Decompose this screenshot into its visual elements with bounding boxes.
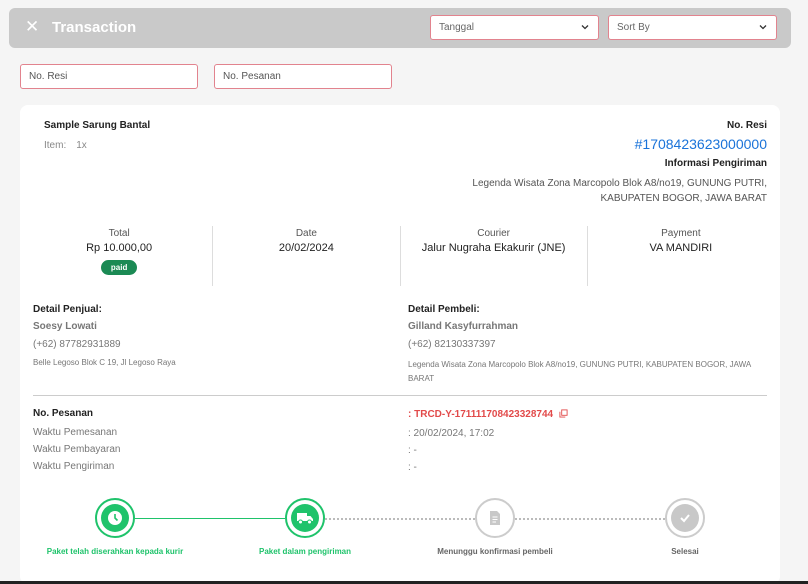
transaction-card: Sample Sarung Bantal Item: 1x No. Resi #1… [20, 105, 780, 584]
product-qty: Item: 1x [44, 140, 87, 151]
step-2-label: Paket dalam pengiriman [258, 547, 352, 556]
payment-time-label: Waktu Pembayaran [33, 444, 121, 455]
total-label: Total [108, 228, 130, 239]
step-2 [285, 498, 325, 538]
progress-line-pending [325, 518, 475, 520]
payment-label: Payment [661, 228, 701, 239]
order-number-label: No. Pesanan [33, 408, 94, 419]
resi-label: No. Resi [726, 120, 767, 131]
summary-payment: Payment VA MANDIRI [586, 226, 774, 286]
resi-search-placeholder: No. Resi [29, 71, 68, 82]
pesanan-search-input[interactable]: No. Pesanan [214, 64, 392, 89]
sort-select[interactable]: Sort By [608, 15, 777, 40]
payment-value: VA MANDIRI [649, 242, 713, 254]
pesanan-search-placeholder: No. Pesanan [223, 71, 281, 82]
summary-date: Date 20/02/2024 [212, 226, 399, 286]
courier-value: Jalur Nugraha Ekakurir (JNE) [421, 242, 566, 254]
seller-heading: Detail Penjual: [33, 304, 102, 315]
resi-number-link[interactable]: #1708423623000000 [635, 136, 767, 152]
date-label: Date [295, 228, 317, 239]
transaction-summary: Total Rp 10.000,00 paid Date 20/02/2024 … [26, 226, 774, 286]
shipping-info-label: Informasi Pengiriman [664, 158, 767, 169]
step-1-label: Paket telah diserahkan kepada kurir [46, 547, 184, 556]
seller-phone: (+62) 87782931889 [33, 339, 121, 350]
step-3 [475, 498, 515, 538]
resi-search-input[interactable]: No. Resi [20, 64, 198, 89]
courier-label: Courier [477, 228, 511, 239]
status-badge: paid [100, 260, 138, 275]
date-select-value: Tanggal [439, 22, 475, 33]
chevron-down-icon [581, 25, 589, 30]
check-icon [680, 514, 690, 523]
step-4 [665, 498, 705, 538]
page-title: Transaction [52, 19, 137, 36]
order-time-label: Waktu Pemesanan [33, 427, 118, 438]
sort-select-value: Sort By [617, 22, 650, 33]
order-time-value: : 20/02/2024, 17:02 [408, 428, 495, 439]
section-divider [33, 395, 767, 396]
item-qty-value: 1x [76, 140, 87, 151]
clock-icon [108, 511, 122, 525]
buyer-address: Legenda Wisata Zona Marcopolo Blok A8/no… [408, 360, 751, 383]
buyer-name: Gilland Kasyfurrahman [408, 321, 519, 332]
total-value: Rp 10.000,00 [86, 242, 153, 254]
seller-name: Soesy Lowati [33, 321, 97, 332]
summary-courier: Courier Jalur Nugraha Ekakurir (JNE) [399, 226, 587, 286]
step-3-label: Menunggu konfirmasi pembeli [437, 547, 553, 556]
seller-address: Belle Legoso Blok C 19, Jl Legoso Raya [33, 358, 176, 367]
buyer-heading: Detail Pembeli: [408, 304, 480, 315]
document-icon [490, 511, 500, 525]
copy-icon[interactable] [559, 409, 568, 418]
step-1 [95, 498, 135, 538]
payment-time-value: : - [408, 445, 417, 456]
item-label: Item: [44, 140, 67, 151]
shipping-time-value: : - [408, 462, 417, 473]
close-icon[interactable]: ✕ [25, 17, 39, 37]
buyer-phone: (+62) 82130337397 [408, 339, 496, 350]
shipping-time-label: Waktu Pengiriman [33, 461, 115, 472]
summary-total: Total Rp 10.000,00 paid [26, 226, 212, 286]
progress-line-pending [515, 518, 665, 520]
product-name: Sample Sarung Bantal [44, 120, 151, 131]
date-select[interactable]: Tanggal [430, 15, 599, 40]
order-number-text: : TRCD-Y-171111708423328744 [408, 409, 554, 420]
step-4-label: Selesai [671, 547, 699, 556]
date-value: 20/02/2024 [278, 242, 334, 254]
chevron-down-icon [759, 25, 767, 30]
truck-icon [297, 513, 313, 525]
shipping-address: Legenda Wisata Zona Marcopolo Blok A8/no… [472, 178, 767, 204]
header-bar: ✕ Transaction Tanggal Sort By [9, 8, 791, 48]
order-number-value: : TRCD-Y-171111708423328744 [408, 409, 568, 420]
progress-line-done [135, 518, 285, 519]
